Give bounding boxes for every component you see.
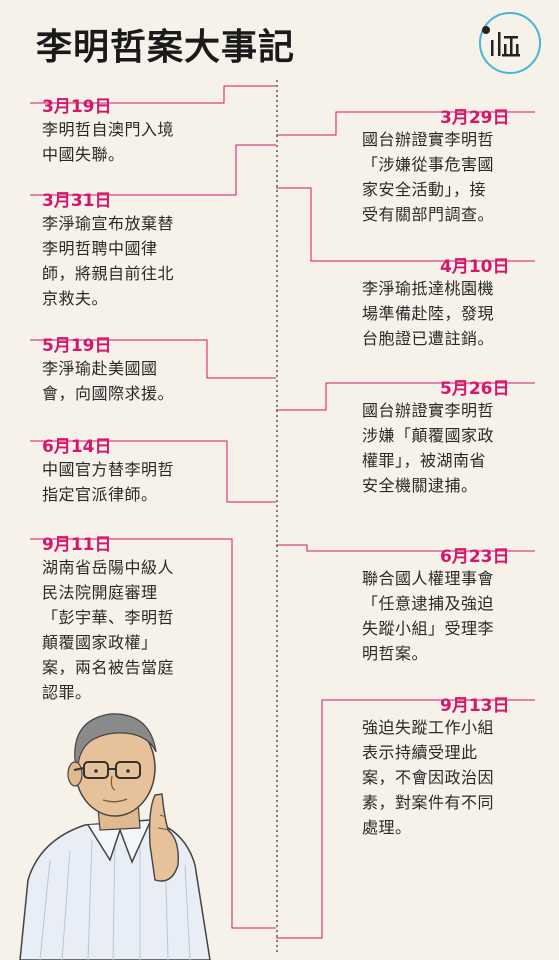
event-date: 3月19日 bbox=[42, 97, 112, 117]
event-date: 6月23日 bbox=[440, 547, 510, 567]
event-date: 4月10日 bbox=[440, 257, 510, 277]
event-description: 強迫失蹤工作小組 表示持續受理此 案，不會因政治因 素，對案件有不同 處理。 bbox=[362, 718, 495, 837]
event-description: 中國官方替李明哲 指定官派律師。 bbox=[42, 460, 175, 504]
event-date: 3月29日 bbox=[440, 108, 510, 128]
event-date: 6月14日 bbox=[42, 437, 112, 457]
event-description: 國台辦證實李明哲 涉嫌「顛覆國家政 權罪」，被湖南省 安全機關逮捕。 bbox=[362, 401, 495, 495]
event-description: 李淨瑜抵達桃園機 場準備赴陸，發現 台胞證已遭註銷。 bbox=[362, 279, 495, 348]
portrait-illustration bbox=[19, 713, 211, 960]
event-description: 國台辦證實李明哲 「涉嫌從事危害國 家安全活動」，接 受有關部門調查。 bbox=[362, 130, 495, 224]
event-description: 李淨瑜宣布放棄替 李明哲聘中國律 師，將親自前往北 京救夫。 bbox=[42, 214, 175, 308]
event-description: 李明哲自澳門入境 中國失聯。 bbox=[42, 120, 175, 164]
event-description: 聯合國人權理事會 「任意逮捕及強迫 失蹤小組」受理李 明哲案。 bbox=[362, 569, 495, 663]
event-date: 3月31日 bbox=[42, 191, 112, 211]
event-date: 9月11日 bbox=[42, 535, 112, 555]
event-description: 李淨瑜赴美國國 會，向國際求援。 bbox=[42, 359, 175, 403]
event-date: 5月26日 bbox=[440, 379, 510, 399]
event-description: 湖南省岳陽中級人 民法院開庭審理 「彭宇華、李明哲 顛覆國家政權」 案，兩名被告… bbox=[42, 558, 175, 702]
event-date: 9月13日 bbox=[440, 696, 510, 716]
event-date: 5月19日 bbox=[42, 336, 112, 356]
